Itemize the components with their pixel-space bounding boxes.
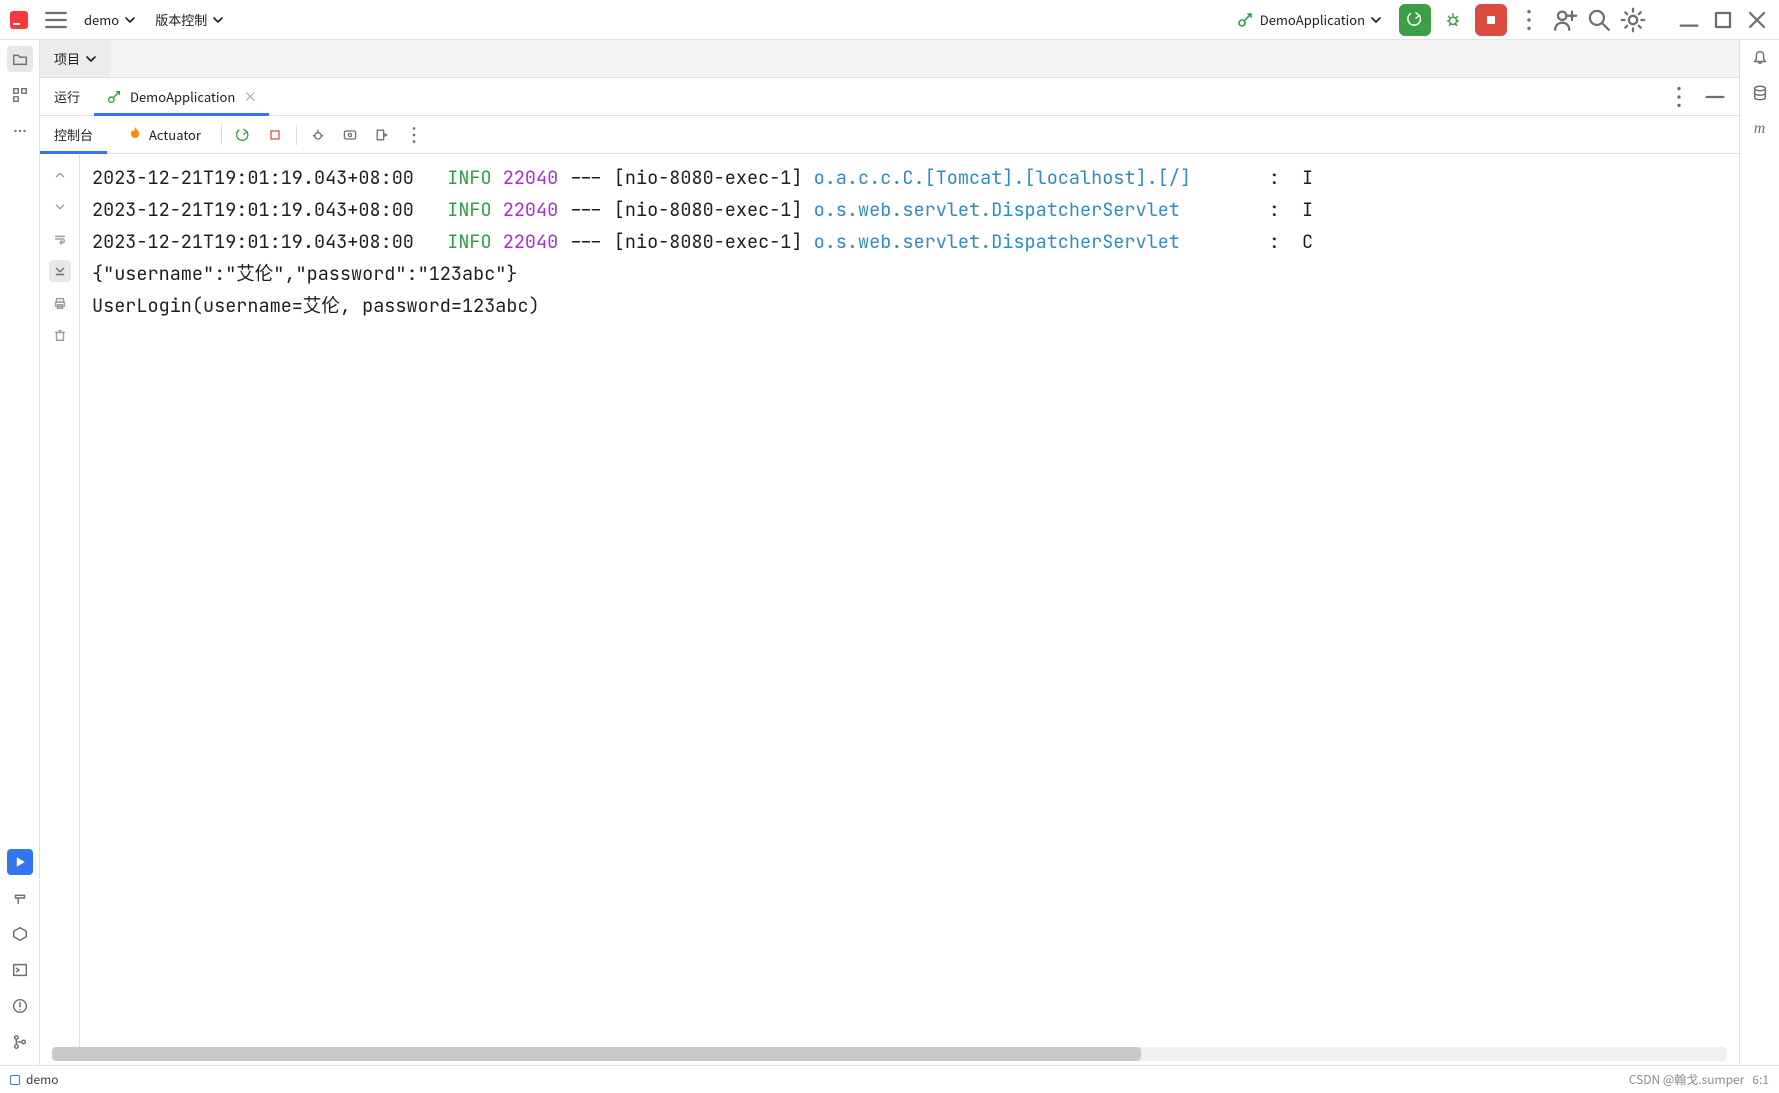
exit-button[interactable] (371, 127, 393, 143)
status-module[interactable]: demo (26, 1071, 58, 1088)
actuator-label: Actuator (149, 125, 201, 144)
problems-tool-button[interactable] (7, 993, 33, 1019)
stop-console-button[interactable] (264, 127, 286, 143)
console-tab-label: 控制台 (54, 125, 93, 144)
run-config-icon (106, 89, 122, 105)
main-menu-button[interactable] (42, 6, 70, 34)
left-tool-rail (0, 40, 40, 1065)
project-tool-title[interactable]: 项目 (40, 40, 110, 77)
ide-logo-icon (8, 9, 30, 31)
right-tool-rail: m (1739, 40, 1779, 1065)
project-title-label: 项目 (54, 49, 80, 68)
rerun-button[interactable] (1399, 4, 1431, 36)
console-horizontal-scrollbar[interactable] (52, 1047, 1727, 1061)
chevron-down-icon (125, 15, 135, 25)
run-tab-demoapplication[interactable]: DemoApplication × (94, 78, 269, 115)
watermark-text: CSDN @翰戈.sumper (1629, 1071, 1745, 1088)
run-config-selector[interactable]: DemoApplication (1226, 8, 1391, 31)
debug-attach-button[interactable] (307, 127, 329, 143)
maximize-window-button[interactable] (1709, 6, 1737, 34)
more-tools-button[interactable] (7, 118, 33, 144)
run-tool-label: 运行 (40, 78, 94, 115)
git-tool-button[interactable] (7, 1029, 33, 1055)
close-window-button[interactable] (1743, 6, 1771, 34)
scroll-up-button[interactable] (49, 164, 71, 186)
rerun-console-button[interactable] (232, 127, 254, 143)
chevron-down-icon (213, 15, 223, 25)
settings-button[interactable] (1619, 6, 1647, 34)
console-output[interactable]: 2023-12-21T19:01:19.043+08:00 INFO 22040… (80, 154, 1739, 1047)
maven-tool-button[interactable]: m (1754, 120, 1766, 138)
run-config-name: DemoApplication (1260, 10, 1365, 29)
chevron-down-icon (86, 54, 96, 64)
vcs-label: 版本控制 (155, 10, 207, 29)
stop-button[interactable] (1475, 4, 1507, 36)
status-bar: demo CSDN @翰戈.sumper 6:1 (0, 1065, 1779, 1093)
notifications-button[interactable] (1751, 48, 1769, 70)
code-with-me-button[interactable] (1551, 6, 1579, 34)
project-header-bar: 项目 (40, 40, 1739, 78)
close-tab-button[interactable]: × (243, 87, 257, 107)
project-selector[interactable]: demo (78, 6, 141, 33)
actuator-icon (127, 125, 143, 145)
chevron-down-icon (1371, 15, 1381, 25)
hide-tool-button[interactable] (1701, 83, 1729, 111)
cursor-position: 6:1 (1752, 1071, 1769, 1088)
run-tool-options-button[interactable] (1665, 83, 1693, 111)
module-icon (10, 1075, 20, 1085)
run-tool-tabs: 运行 DemoApplication × (40, 78, 1739, 116)
minimize-window-button[interactable] (1675, 6, 1703, 34)
clear-console-button[interactable] (49, 324, 71, 346)
structure-tool-button[interactable] (7, 82, 33, 108)
search-button[interactable] (1585, 6, 1613, 34)
print-button[interactable] (49, 292, 71, 314)
run-sub-toolbar: 控制台 Actuator (40, 116, 1739, 154)
run-tab-label: DemoApplication (130, 87, 235, 106)
debug-button[interactable] (1439, 6, 1467, 34)
console-gutter (40, 154, 80, 1047)
vcs-dropdown[interactable]: 版本控制 (149, 6, 229, 33)
actuator-tab[interactable]: Actuator (117, 125, 211, 145)
console-tab[interactable]: 控制台 (40, 116, 107, 153)
soft-wrap-button[interactable] (49, 228, 71, 250)
scroll-to-end-button[interactable] (49, 260, 71, 282)
project-name: demo (84, 10, 119, 29)
scroll-down-button[interactable] (49, 196, 71, 218)
project-tool-button[interactable] (7, 46, 33, 72)
more-console-actions[interactable] (403, 124, 425, 146)
more-actions-button[interactable] (1515, 6, 1543, 34)
database-tool-button[interactable] (1751, 84, 1769, 106)
run-config-icon (1236, 11, 1254, 29)
services-tool-button[interactable] (7, 921, 33, 947)
run-tool-button[interactable] (7, 849, 33, 875)
top-toolbar: demo 版本控制 DemoApplication (0, 0, 1779, 40)
terminal-tool-button[interactable] (7, 957, 33, 983)
layout-settings-button[interactable] (339, 127, 361, 143)
build-tool-button[interactable] (7, 885, 33, 911)
